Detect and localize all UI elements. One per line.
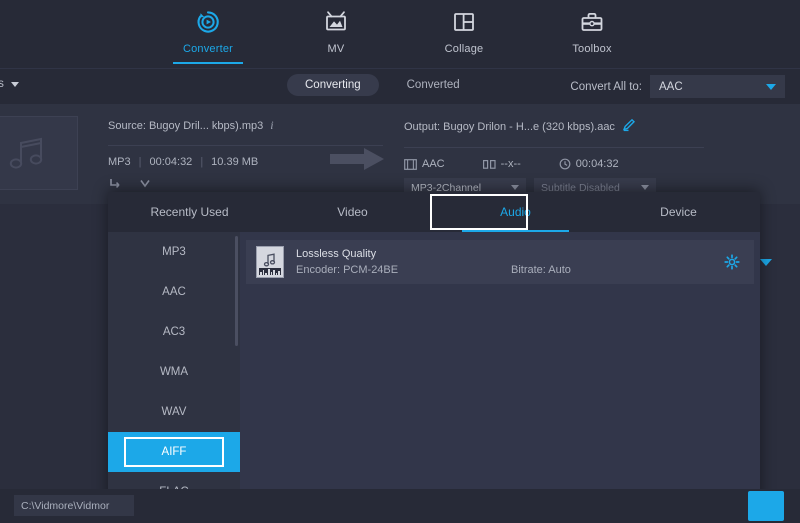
nav-label-toolbox: Toolbox: [572, 43, 611, 55]
clock-icon: [559, 158, 571, 170]
format-selection-panel: Recently Used Video Audio Device MP3 AAC: [108, 192, 760, 523]
add-files-label: d Files: [0, 78, 4, 90]
top-navigation-bar: Converter MV Colla: [0, 0, 800, 68]
tab-video-label: Video: [337, 205, 367, 219]
add-files-dropdown[interactable]: d Files: [0, 78, 19, 90]
info-icon[interactable]: i: [270, 118, 273, 133]
format-item-wav[interactable]: WAV: [108, 392, 240, 432]
panel-category-tabs: Recently Used Video Audio Device: [108, 192, 760, 232]
format-label: AAC: [162, 286, 186, 298]
convert-all-button[interactable]: [748, 491, 784, 521]
music-note-icon: [5, 133, 51, 173]
output-path-value: C:\Vidmore\Vidmor: [21, 500, 109, 512]
nav-tab-converter[interactable]: Converter: [165, 7, 251, 55]
sub-toolbar: d Files Converting Converted Convert All…: [0, 68, 800, 104]
output-info-block: Output: Bugoy Drilon - H...e (320 kbps).…: [404, 118, 704, 197]
trim-icon[interactable]: [108, 177, 122, 192]
chevron-down-icon[interactable]: [138, 177, 152, 192]
format-item-ac3[interactable]: AC3: [108, 312, 240, 352]
convert-all-to-select[interactable]: AAC: [650, 75, 785, 98]
output-filename-line: Output: Bugoy Drilon - H...e (320 kbps).…: [404, 118, 704, 135]
toolbox-icon: [579, 7, 605, 37]
nav-active-underline: [173, 62, 243, 64]
format-item-wma[interactable]: WMA: [108, 352, 240, 392]
tab-video[interactable]: Video: [271, 192, 434, 232]
format-item-aac[interactable]: AAC: [108, 272, 240, 312]
source-filename: Source: Bugoy Dril... kbps).mp3: [108, 120, 263, 132]
nav-tab-toolbox[interactable]: Toolbox: [549, 7, 635, 55]
output-duration-group: 00:04:32: [559, 158, 619, 170]
source-action-icons: [108, 177, 383, 192]
panel-body: MP3 AAC AC3 WMA WAV AIFF: [108, 232, 760, 523]
bottom-status-bar: e C:\Vidmore\Vidmor: [0, 489, 800, 523]
nav-label-collage: Collage: [445, 43, 484, 55]
meta-separator: |: [200, 156, 203, 168]
meta-separator: |: [139, 156, 142, 168]
format-badge-chevron-down-icon[interactable]: [760, 259, 772, 266]
quality-details: Encoder: PCM-24BE Bitrate: Auto: [296, 264, 571, 276]
tab-recently-used-label: Recently Used: [150, 205, 228, 219]
waveform-bars: [259, 268, 281, 275]
tab-device[interactable]: Device: [597, 192, 760, 232]
format-item-aiff[interactable]: AIFF: [108, 432, 240, 472]
app-window: Converter MV Colla: [0, 0, 800, 523]
tab-device-label: Device: [660, 205, 697, 219]
output-duration: 00:04:32: [576, 158, 619, 170]
mv-icon: [323, 7, 349, 37]
source-format: MP3: [108, 156, 131, 168]
collage-icon: [451, 7, 477, 37]
lossless-icon: [256, 246, 284, 278]
output-resolution: --x--: [501, 158, 521, 170]
format-label: WAV: [162, 406, 187, 418]
format-label: MP3: [162, 246, 186, 258]
convert-all-to-label: Convert All to:: [570, 81, 642, 93]
source-filename-line: Source: Bugoy Dril... kbps).mp3 i: [108, 118, 383, 133]
tab-recently-used[interactable]: Recently Used: [108, 192, 271, 232]
chevron-down-icon: [641, 185, 649, 190]
tab-audio-label: Audio: [500, 205, 531, 219]
quality-bitrate: Bitrate: Auto: [511, 264, 571, 276]
nav-tab-collage[interactable]: Collage: [421, 7, 507, 55]
convert-all-to-control: Convert All to: AAC: [570, 75, 785, 98]
converting-converted-tabs: Converting Converted: [287, 74, 478, 96]
film-icon: [404, 159, 417, 170]
format-label: AC3: [163, 326, 185, 338]
conversion-arrow-icon: [330, 146, 386, 177]
chevron-down-icon: [511, 185, 519, 190]
nav-label-mv: MV: [328, 43, 345, 55]
quality-preset-row[interactable]: Lossless Quality Encoder: PCM-24BE Bitra…: [246, 240, 754, 284]
source-duration: 00:04:32: [149, 156, 192, 168]
tab-audio[interactable]: Audio: [434, 192, 597, 232]
quality-encoder: Encoder: PCM-24BE: [296, 264, 511, 276]
convert-all-to-value: AAC: [659, 81, 683, 93]
format-item-mp3[interactable]: MP3: [108, 232, 240, 272]
selection-highlight-box: [124, 437, 224, 467]
tab-converted[interactable]: Converted: [389, 74, 478, 96]
quality-title: Lossless Quality: [296, 248, 571, 260]
converter-icon: [195, 7, 221, 37]
format-label: WMA: [160, 366, 188, 378]
audio-format-list[interactable]: MP3 AAC AC3 WMA WAV AIFF: [108, 232, 240, 523]
chevron-down-icon: [11, 82, 19, 87]
nav-label-converter: Converter: [183, 43, 233, 55]
output-meta-line: AAC --x-- 00:04:32: [404, 158, 704, 170]
tab-converting[interactable]: Converting: [287, 74, 379, 96]
nav-tab-mv[interactable]: MV: [293, 7, 379, 55]
file-card-row: Source: Bugoy Dril... kbps).mp3 i MP3 | …: [0, 104, 800, 204]
chevron-down-icon: [766, 84, 776, 90]
resolution-icon: [483, 159, 496, 170]
format-list-scrollbar[interactable]: [235, 236, 238, 346]
source-filesize: 10.39 MB: [211, 156, 258, 168]
quality-text-block: Lossless Quality Encoder: PCM-24BE Bitra…: [296, 248, 571, 276]
output-divider: [404, 147, 704, 148]
gear-icon[interactable]: [724, 254, 740, 275]
quality-preset-area: Lossless Quality Encoder: PCM-24BE Bitra…: [240, 232, 760, 523]
output-resolution-group: --x--: [483, 158, 521, 170]
output-format: AAC: [422, 158, 445, 170]
output-format-group: AAC: [404, 158, 445, 170]
output-filename: Output: Bugoy Drilon - H...e (320 kbps).…: [404, 121, 615, 133]
file-thumbnail: [0, 116, 78, 190]
edit-pencil-icon[interactable]: [622, 118, 636, 135]
output-path-input[interactable]: C:\Vidmore\Vidmor: [14, 495, 134, 516]
